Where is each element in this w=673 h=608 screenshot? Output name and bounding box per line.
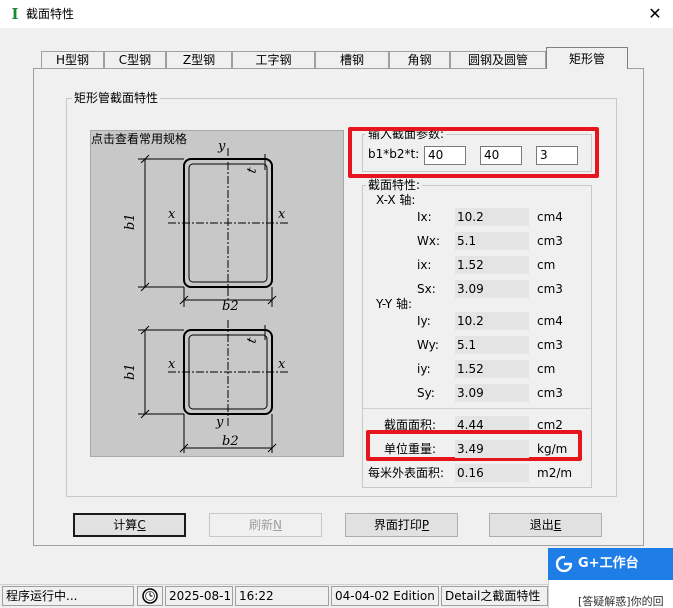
status-time: 16:22 bbox=[235, 586, 329, 606]
t-label-upper: t bbox=[244, 165, 260, 175]
sy-unit: cm3 bbox=[537, 386, 563, 400]
app-icon: I bbox=[11, 5, 19, 23]
g-logo-icon bbox=[556, 556, 572, 572]
xx-axis-label: X-X 轴: bbox=[376, 193, 416, 207]
tab-round-tube[interactable]: 圆钢及圆管 bbox=[450, 51, 546, 68]
section-drawing: y x x t b1 b2 x x y t b1 b2 bbox=[123, 139, 288, 453]
exit-button-label: 退出 bbox=[529, 518, 554, 532]
tab-i-beam[interactable]: 工字钢 bbox=[232, 51, 315, 68]
ix-name: Ix: bbox=[417, 210, 432, 224]
status-edition: 04-04-02 Edition bbox=[331, 586, 439, 606]
b2-input[interactable]: 40 bbox=[480, 146, 522, 165]
iy-name: Iy: bbox=[417, 314, 431, 328]
properties-group-label: 截面特性: bbox=[366, 178, 423, 192]
dialog-window: I 截面特性 ✕ H型钢 C型钢 Z型钢 工字钢 槽钢 角钢 圆钢及圆管 矩形管… bbox=[0, 0, 673, 608]
yy-axis-label: Y-Y 轴: bbox=[376, 297, 413, 311]
t-input[interactable]: 3 bbox=[536, 146, 578, 165]
iy-unit: cm4 bbox=[537, 314, 563, 328]
popup-message-snippet[interactable]: [答疑解惑]你的回 bbox=[578, 596, 664, 608]
wx-value: 5.1 bbox=[455, 232, 529, 250]
ix-value: 10.2 bbox=[455, 208, 529, 226]
rx-name: ix: bbox=[417, 258, 432, 272]
tab-angle[interactable]: 角钢 bbox=[389, 51, 450, 68]
rx-unit: cm bbox=[537, 258, 556, 272]
ix-unit: cm4 bbox=[537, 210, 563, 224]
b1-input[interactable]: 40 bbox=[424, 146, 466, 165]
g-workbench-popup[interactable]: G+工作台 bbox=[548, 548, 673, 580]
tab-h-steel[interactable]: H型钢 bbox=[41, 51, 104, 68]
tab-z-steel[interactable]: Z型钢 bbox=[166, 51, 232, 68]
t-label-lower: t bbox=[244, 335, 260, 345]
ry-name: iy: bbox=[417, 362, 431, 376]
sx-name: Sx: bbox=[417, 282, 436, 296]
ry-value: 1.52 bbox=[455, 360, 529, 378]
status-date: 2025-08-13 bbox=[165, 586, 233, 606]
print-button[interactable]: 界面打印P bbox=[345, 513, 458, 537]
print-button-key: P bbox=[421, 518, 430, 532]
x-label-upper-left: x bbox=[168, 207, 176, 222]
wx-name: Wx: bbox=[417, 234, 441, 248]
section-group-label: 矩形管截面特性 bbox=[72, 91, 161, 105]
x-label-upper-right: x bbox=[278, 207, 286, 222]
clock-icon bbox=[142, 588, 158, 604]
b2-label-upper: b2 bbox=[222, 299, 239, 314]
surface-unit: m2/m bbox=[537, 466, 573, 480]
b2-label-lower: b2 bbox=[222, 434, 239, 449]
b1-label-lower: b1 bbox=[123, 363, 138, 380]
weight-unit: kg/m bbox=[537, 442, 568, 456]
wy-name: Wy: bbox=[417, 338, 439, 352]
tab-rect-tube[interactable]: 矩形管 bbox=[546, 47, 628, 69]
params-field-label: b1*b2*t: bbox=[368, 147, 420, 161]
refresh-button-key: N bbox=[273, 518, 282, 532]
y-label-lower: y bbox=[215, 415, 224, 430]
status-clock-cell bbox=[137, 586, 163, 606]
refresh-button-label: 刷新 bbox=[249, 518, 274, 532]
b1-label-upper: b1 bbox=[123, 213, 138, 230]
iy-value: 10.2 bbox=[455, 312, 529, 330]
window-title: 截面特性 bbox=[26, 7, 75, 21]
ry-unit: cm bbox=[537, 362, 556, 376]
sy-value: 3.09 bbox=[455, 384, 529, 402]
calculate-button-key: C bbox=[137, 518, 146, 532]
status-detail: Detail之截面特性 bbox=[441, 586, 548, 606]
wy-value: 5.1 bbox=[455, 336, 529, 354]
surface-name: 每米外表面积: bbox=[368, 466, 445, 480]
sx-value: 3.09 bbox=[455, 280, 529, 298]
tab-c-steel[interactable]: C型钢 bbox=[104, 51, 166, 68]
g-workbench-title: G+工作台 bbox=[578, 556, 639, 571]
exit-button-key: E bbox=[553, 518, 562, 532]
tab-channel[interactable]: 槽钢 bbox=[315, 51, 389, 68]
calculate-button[interactable]: 计算C bbox=[73, 513, 186, 537]
y-label-upper: y bbox=[217, 139, 226, 154]
weight-name: 单位重量: bbox=[384, 442, 437, 456]
print-button-label: 界面打印 bbox=[373, 518, 422, 532]
close-icon[interactable]: ✕ bbox=[640, 2, 670, 26]
wy-unit: cm3 bbox=[537, 338, 563, 352]
rx-value: 1.52 bbox=[455, 256, 529, 274]
calculate-button-label: 计算 bbox=[113, 518, 138, 532]
surface-value: 0.16 bbox=[455, 464, 529, 482]
status-running: 程序运行中... bbox=[2, 586, 134, 606]
x-label-lower-left: x bbox=[168, 357, 176, 372]
refresh-button[interactable]: 刷新N bbox=[209, 513, 322, 537]
properties-divider bbox=[363, 408, 591, 409]
exit-button[interactable]: 退出E bbox=[489, 513, 602, 537]
sx-unit: cm3 bbox=[537, 282, 563, 296]
weight-value: 3.49 bbox=[455, 440, 529, 458]
x-label-lower-right: x bbox=[278, 357, 286, 372]
sy-name: Sy: bbox=[417, 386, 435, 400]
wx-unit: cm3 bbox=[537, 234, 563, 248]
title-bar[interactable] bbox=[0, 0, 673, 28]
